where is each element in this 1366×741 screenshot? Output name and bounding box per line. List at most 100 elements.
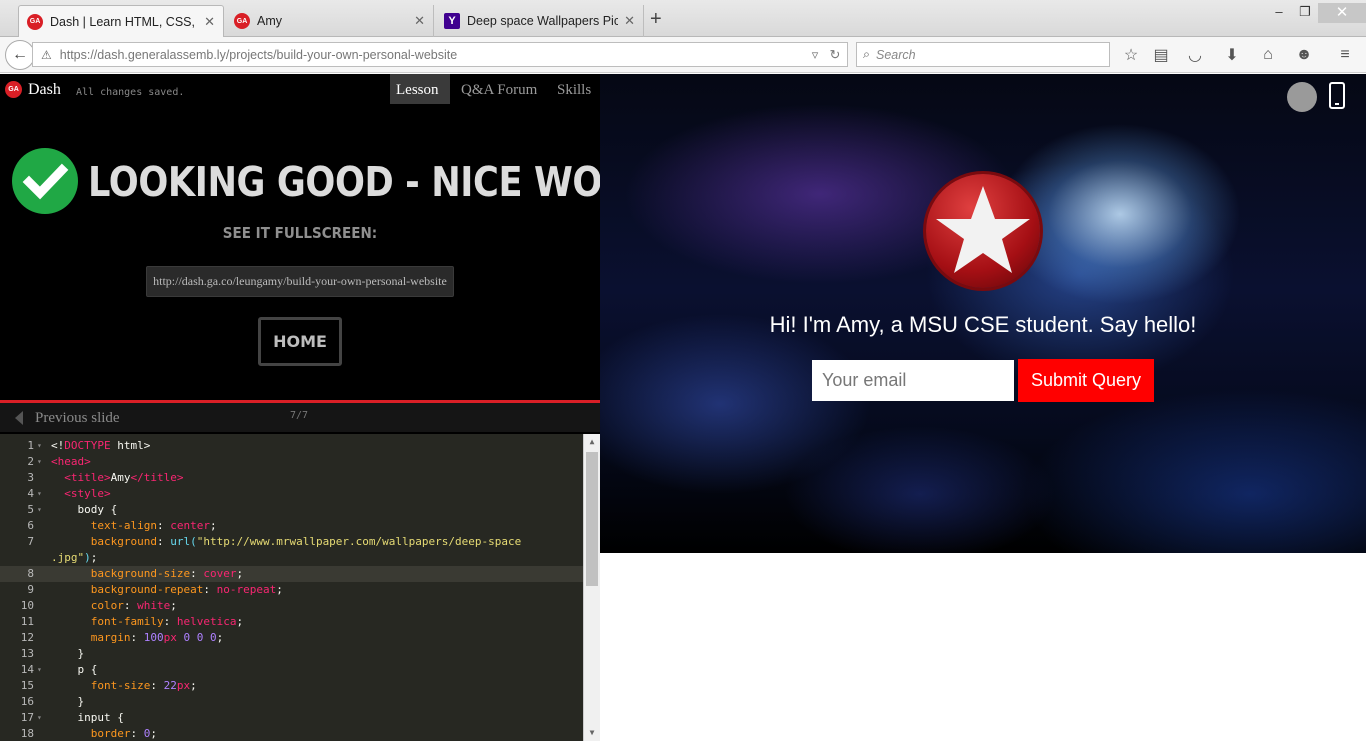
fold-arrow-icon[interactable]: ▾ — [37, 662, 42, 678]
code-text[interactable]: font-family: helvetica; — [51, 614, 243, 630]
fold-arrow-icon[interactable]: ▾ — [37, 454, 42, 470]
fold-arrow-icon[interactable]: ▾ — [37, 710, 42, 726]
code-line[interactable]: 7 background: url("http://www.mrwallpape… — [0, 534, 583, 550]
code-text[interactable]: background: url("http://www.mrwallpaper.… — [51, 534, 522, 550]
code-line[interactable]: 10 color: white; — [0, 598, 583, 614]
fullscreen-url[interactable]: http://dash.ga.co/leungamy/build-your-ow… — [146, 266, 454, 297]
line-number: 9 — [27, 583, 34, 596]
restore-button[interactable]: ❐ — [1290, 4, 1320, 20]
code-text[interactable]: border: 0; — [51, 726, 157, 741]
code-line[interactable]: 6 text-align: center; — [0, 518, 583, 534]
reading-list-icon[interactable]: ▤ — [1150, 44, 1172, 66]
tab-lesson[interactable]: Lesson — [390, 74, 450, 104]
url-text[interactable]: https://dash.generalassemb.ly/projects/b… — [60, 48, 807, 62]
code-text[interactable]: color: white; — [51, 598, 177, 614]
code-text[interactable]: <head> — [51, 454, 91, 470]
line-number: 11 — [20, 615, 34, 628]
line-number: 15 — [20, 679, 34, 692]
close-tab-icon[interactable]: ✕ — [204, 14, 215, 30]
tab-dash[interactable]: GA Dash | Learn HTML, CSS, Ja... ✕ — [18, 5, 224, 37]
checkmark-icon — [12, 148, 78, 214]
code-line[interactable]: 5 ▾ body { — [0, 502, 583, 518]
star-logo-icon — [926, 174, 1040, 288]
home-icon[interactable]: ⌂ — [1257, 44, 1279, 66]
previous-arrow-icon[interactable] — [15, 411, 23, 425]
code-text[interactable]: text-align: center; — [51, 518, 217, 534]
code-text[interactable]: margin: 100px 0 0 0; — [51, 630, 224, 646]
new-tab-button[interactable]: + — [650, 8, 662, 31]
submit-query-button[interactable]: Submit Query — [1018, 359, 1154, 402]
mobile-preview-icon[interactable] — [1329, 82, 1345, 109]
slide-navigation: Previous slide 7/7 — [0, 403, 600, 433]
close-tab-icon[interactable]: ✕ — [414, 13, 425, 29]
tab-amy[interactable]: GA Amy ✕ — [226, 5, 434, 37]
fold-arrow-icon[interactable]: ▾ — [37, 502, 42, 518]
ga-logo-icon[interactable]: GA — [5, 81, 22, 98]
smiley-icon[interactable]: ☻ — [1293, 44, 1315, 66]
user-avatar[interactable] — [1287, 82, 1317, 112]
dash-title[interactable]: Dash — [28, 81, 61, 99]
code-line[interactable]: 8 background-size: cover; — [0, 566, 583, 582]
code-text[interactable]: background-repeat: no-repeat; — [51, 582, 283, 598]
fold-arrow-icon[interactable]: ▾ — [37, 438, 42, 454]
search-field[interactable]: ⌕ Search — [856, 42, 1110, 67]
code-text[interactable]: body { — [51, 502, 118, 518]
code-line[interactable]: 12 margin: 100px 0 0 0; — [0, 630, 583, 646]
home-button[interactable]: HOME — [258, 317, 342, 366]
code-line[interactable]: 17 ▾ input { — [0, 710, 583, 726]
pocket-icon[interactable]: ◡ — [1184, 44, 1206, 66]
scroll-up-icon[interactable]: ▲ — [584, 434, 600, 450]
tab-deep-space[interactable]: Y Deep space Wallpapers Pic... ✕ — [436, 5, 644, 37]
code-text[interactable]: font-size: 22px; — [51, 678, 197, 694]
close-window-button[interactable]: ✕ — [1318, 3, 1366, 23]
dropdown-arrow-icon[interactable]: ▿ — [807, 47, 823, 63]
code-text[interactable]: .jpg"); — [51, 550, 97, 566]
code-line[interactable]: 3 <title>Amy</title> — [0, 470, 583, 486]
line-number: 4 — [27, 487, 34, 500]
code-line[interactable]: 13 } — [0, 646, 583, 662]
code-text[interactable]: <!DOCTYPE html> — [51, 438, 150, 454]
close-tab-icon[interactable]: ✕ — [624, 13, 635, 29]
scrollbar-thumb[interactable] — [586, 452, 598, 586]
search-placeholder: Search — [876, 47, 916, 62]
code-line[interactable]: 2 ▾ <head> — [0, 454, 583, 470]
code-text[interactable]: <title>Amy</title> — [51, 470, 183, 486]
browser-tab-bar: GA Dash | Learn HTML, CSS, Ja... ✕ GA Am… — [0, 0, 1366, 37]
line-number: 13 — [20, 647, 34, 660]
menu-icon[interactable]: ≡ — [1334, 44, 1356, 66]
code-line[interactable]: 18 border: 0; — [0, 726, 583, 741]
scroll-down-icon[interactable]: ▼ — [584, 725, 600, 741]
code-line[interactable]: 9 background-repeat: no-repeat; — [0, 582, 583, 598]
code-text[interactable]: input { — [51, 710, 124, 726]
previous-slide-link[interactable]: Previous slide — [35, 410, 120, 427]
email-input[interactable]: Your email — [812, 360, 1014, 401]
code-text[interactable]: } — [51, 646, 85, 662]
line-number: 1 — [27, 439, 34, 452]
tab-qa-forum[interactable]: Q&A Forum — [455, 74, 543, 104]
code-text[interactable]: background-size: cover; — [51, 566, 243, 582]
code-line[interactable]: .jpg"); — [0, 550, 583, 566]
code-line[interactable]: 1 ▾ <!DOCTYPE html> — [0, 438, 583, 454]
dash-panel: GA Dash All changes saved. Lesson Q&A Fo… — [0, 74, 672, 741]
editor-scrollbar[interactable]: ▲ ▼ — [583, 434, 600, 741]
code-line[interactable]: 15 font-size: 22px; — [0, 678, 583, 694]
code-line[interactable]: 16 } — [0, 694, 583, 710]
code-text[interactable]: p { — [51, 662, 98, 678]
warning-icon[interactable]: ⚠ — [41, 48, 52, 62]
tab-title: Dash | Learn HTML, CSS, Ja... — [50, 14, 198, 29]
code-text[interactable]: } — [51, 694, 85, 710]
reload-icon[interactable]: ↻ — [827, 47, 843, 63]
download-icon[interactable]: ⬇ — [1221, 44, 1243, 66]
address-bar[interactable]: ⚠ https://dash.generalassemb.ly/projects… — [32, 42, 848, 67]
back-button[interactable]: ← — [5, 40, 35, 70]
code-text[interactable]: <style> — [51, 486, 110, 502]
code-editor[interactable]: 1 ▾ <!DOCTYPE html> 2 ▾ <head> 3 <title>Amy</t… — [0, 434, 600, 741]
code-line[interactable]: 4 ▾ <style> — [0, 486, 583, 502]
success-headline: LOOKING GOOD - NICE WORK! — [88, 158, 672, 206]
fold-arrow-icon[interactable]: ▾ — [37, 486, 42, 502]
save-status: All changes saved. — [76, 87, 185, 98]
code-line[interactable]: 14 ▾ p { — [0, 662, 583, 678]
code-line[interactable]: 11 font-family: helvetica; — [0, 614, 583, 630]
tab-skills[interactable]: Skills — [551, 74, 597, 104]
bookmark-star-icon[interactable]: ☆ — [1120, 44, 1142, 66]
